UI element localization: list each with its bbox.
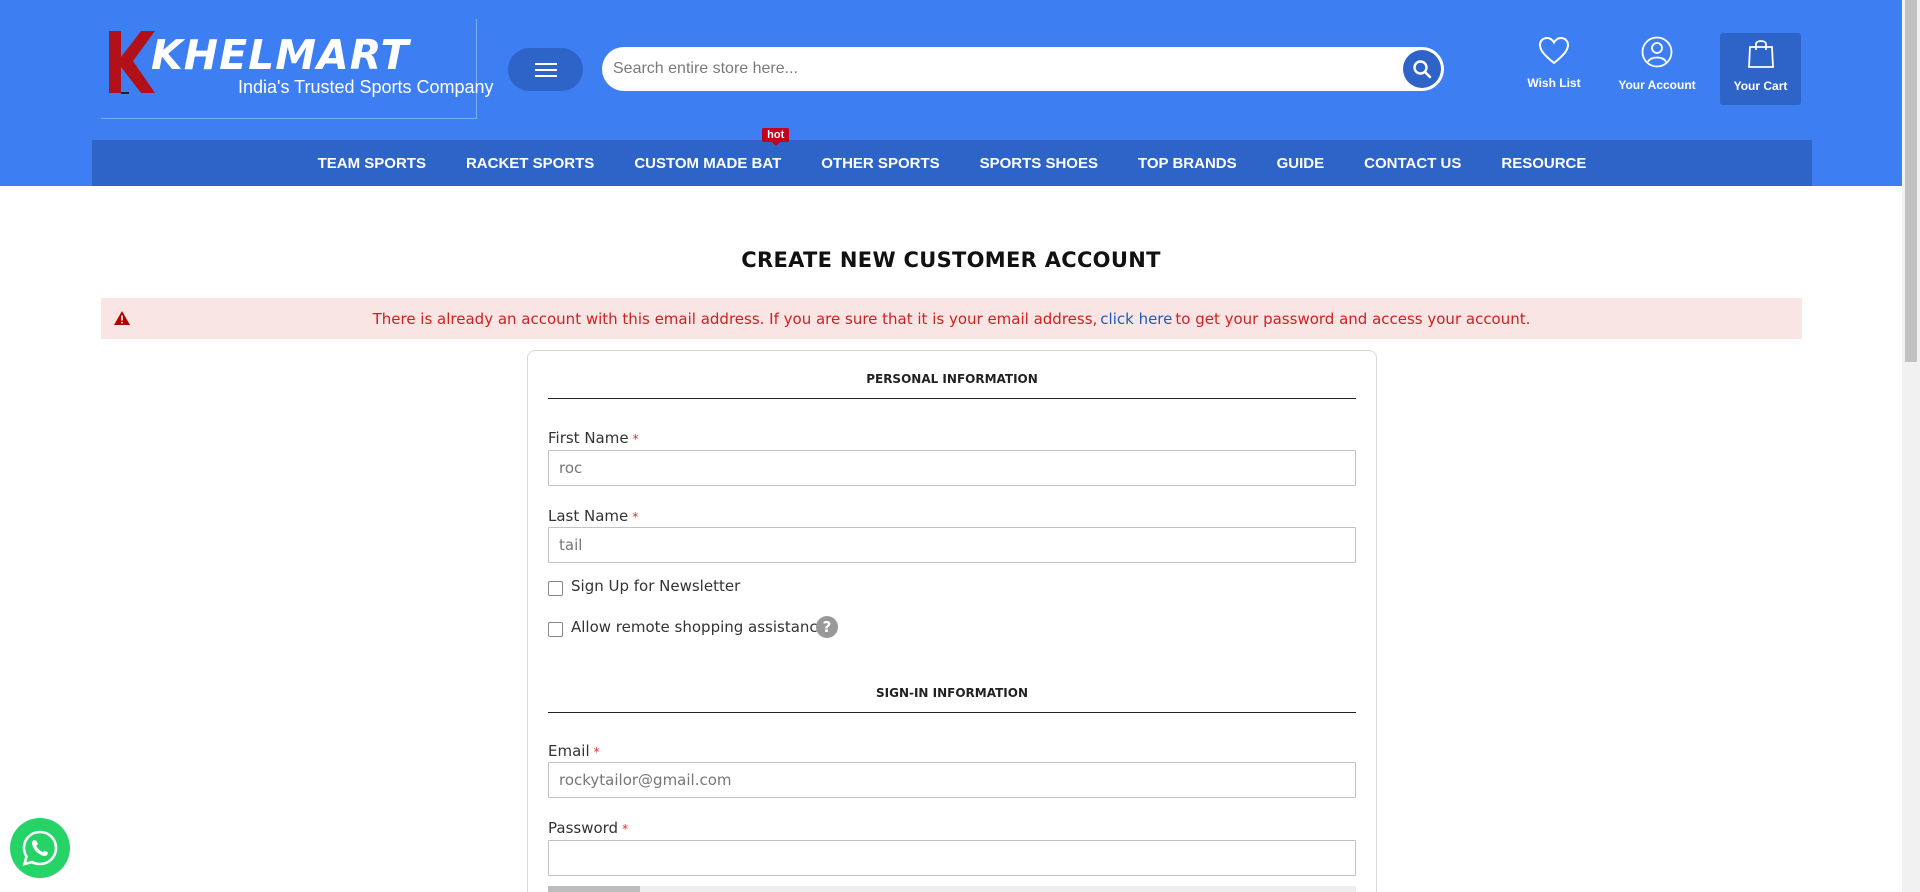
whatsapp-icon	[22, 830, 58, 866]
remote-assist-checkbox[interactable]	[548, 622, 563, 637]
newsletter-label[interactable]: Sign Up for Newsletter	[571, 577, 740, 595]
account-label: Your Account	[1618, 78, 1696, 92]
first-name-label-text: First Name	[548, 429, 629, 447]
nav-item-label: CUSTOM MADE BAT	[634, 154, 782, 172]
personal-info-title: PERSONAL INFORMATION	[548, 372, 1356, 399]
warning-icon	[114, 311, 130, 325]
first-name-field[interactable]	[548, 450, 1356, 486]
search-bar	[602, 47, 1444, 91]
password-strength-meter	[548, 886, 1356, 892]
nav-item-top-brands[interactable]: TOP BRANDS	[1118, 155, 1257, 172]
forgot-password-link[interactable]: click here	[1097, 310, 1175, 328]
cart-label: Your Cart	[1733, 79, 1788, 93]
signin-info-title: SIGN-IN INFORMATION	[548, 686, 1356, 713]
wishlist-label: Wish List	[1527, 76, 1581, 90]
email-label: Email *	[548, 742, 600, 760]
create-account-form: PERSONAL INFORMATION First Name* Last Na…	[527, 350, 1377, 892]
logo-name: KHELMART	[151, 31, 410, 79]
nav-item-racket-sports[interactable]: RACKET SPORTS	[446, 155, 614, 172]
help-icon[interactable]: ?	[816, 616, 838, 638]
nav-item-custom-made-bat[interactable]: CUSTOM MADE BAT hot	[614, 127, 801, 172]
alert-text-before: There is already an account with this em…	[372, 309, 1098, 328]
error-alert: There is already an account with this em…	[101, 298, 1802, 339]
whatsapp-button[interactable]	[10, 818, 70, 878]
password-field[interactable]	[548, 840, 1356, 876]
remote-assist-label[interactable]: Allow remote shopping assistance	[571, 618, 827, 636]
required-mark: *	[622, 822, 629, 836]
heart-icon	[1538, 36, 1570, 65]
password-label: Password *	[548, 819, 628, 837]
page-scrollbar[interactable]	[1902, 0, 1920, 892]
wishlist-link[interactable]: Wish List	[1508, 32, 1600, 104]
page-title: CREATE NEW CUSTOMER ACCOUNT	[741, 248, 1161, 272]
last-name-field[interactable]	[548, 527, 1356, 563]
required-mark: *	[593, 745, 600, 759]
site-header: KHELMART India's Trusted Sports Company …	[0, 0, 1902, 186]
nav-item-other-sports[interactable]: OTHER SPORTS	[801, 155, 959, 172]
nav-item-resource[interactable]: RESOURCE	[1481, 155, 1606, 172]
required-mark: *	[632, 510, 639, 524]
search-input[interactable]	[602, 47, 1382, 91]
hot-badge: hot	[762, 127, 790, 146]
last-name-label-text: Last Name	[548, 507, 629, 525]
search-button[interactable]	[1403, 50, 1441, 88]
main-nav: TEAM SPORTS RACKET SPORTS CUSTOM MADE BA…	[92, 127, 1812, 186]
menu-button[interactable]	[508, 48, 583, 91]
password-strength-fill	[548, 886, 640, 892]
last-name-label: Last Name *	[548, 507, 638, 525]
nav-item-contact-us[interactable]: CONTACT US	[1344, 155, 1481, 172]
shopping-bag-icon	[1747, 40, 1774, 68]
cart-button[interactable]: Your Cart	[1720, 33, 1801, 105]
account-link[interactable]: Your Account	[1611, 32, 1703, 104]
email-field[interactable]	[548, 762, 1356, 798]
newsletter-checkbox[interactable]	[548, 581, 563, 596]
nav-item-sports-shoes[interactable]: SPORTS SHOES	[960, 155, 1118, 172]
logo-tagline: India's Trusted Sports Company	[238, 77, 494, 97]
hamburger-icon	[534, 62, 557, 77]
first-name-label: First Name *	[548, 429, 639, 447]
email-label-text: Email	[548, 742, 590, 760]
nav-item-team-sports[interactable]: TEAM SPORTS	[298, 155, 446, 172]
user-icon	[1641, 36, 1673, 68]
site-logo[interactable]: KHELMART India's Trusted Sports Company	[101, 19, 494, 119]
scrollbar-thumb[interactable]	[1905, 0, 1917, 362]
required-mark: *	[632, 432, 639, 446]
password-label-text: Password	[548, 819, 619, 837]
nav-item-guide[interactable]: GUIDE	[1257, 155, 1345, 172]
search-icon	[1413, 60, 1432, 79]
alert-text-after: to get your password and access your acc…	[1175, 309, 1531, 328]
